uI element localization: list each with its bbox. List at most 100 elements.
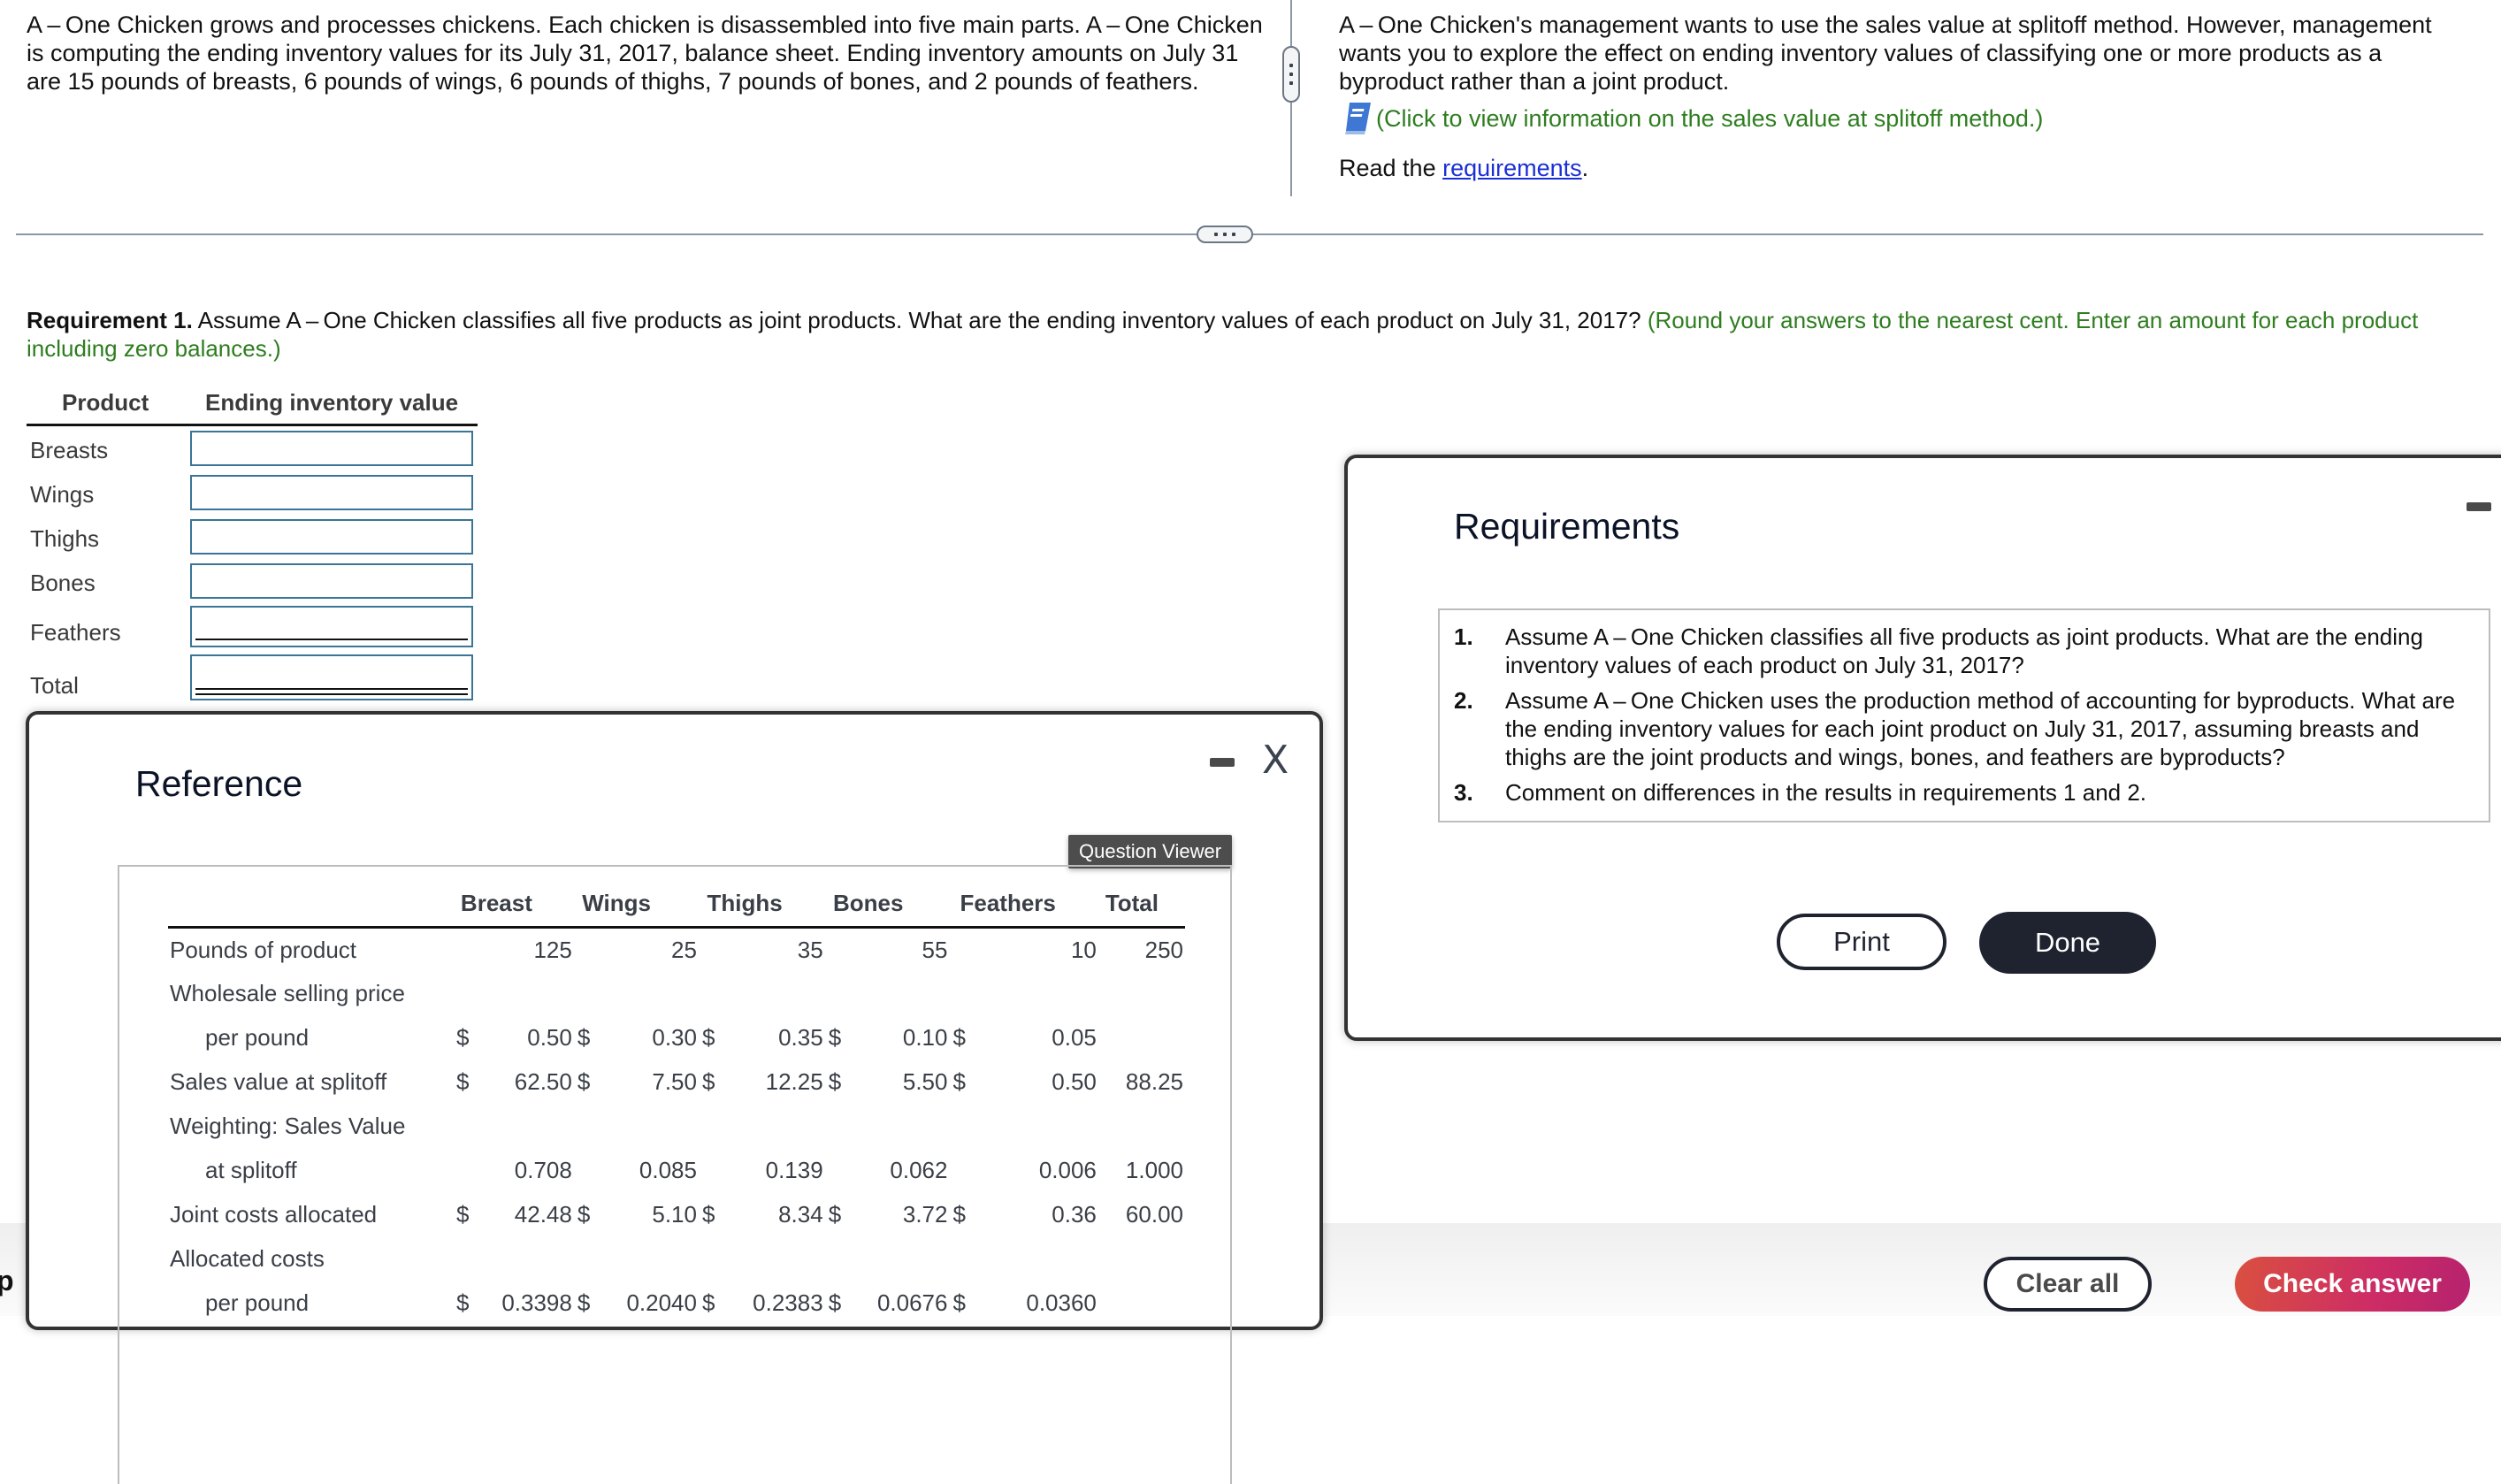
reference-cell: 3.72 bbox=[902, 1201, 948, 1228]
info-link[interactable]: (Click to view information on the sales … bbox=[1342, 101, 2043, 136]
requirement-1-label: Requirement 1. bbox=[27, 307, 193, 333]
check-answer-button[interactable]: Check answer bbox=[2235, 1257, 2470, 1312]
reference-cell: 0.10 bbox=[902, 1024, 948, 1051]
reference-cell bbox=[1097, 1281, 1185, 1326]
reference-cell: 0.2040 bbox=[626, 1289, 697, 1316]
reference-title: Reference bbox=[135, 763, 303, 804]
reference-cell bbox=[970, 972, 1096, 1016]
requirement-number: 3. bbox=[1454, 779, 1473, 806]
reference-row-label: per pound bbox=[205, 1289, 310, 1316]
reference-cell: 0.05 bbox=[1052, 1024, 1097, 1051]
reference-cell: 0.0676 bbox=[876, 1289, 948, 1316]
breasts-input[interactable] bbox=[190, 431, 473, 466]
reference-cell: 7.50 bbox=[652, 1068, 697, 1095]
reference-cell: 88.25 bbox=[1125, 1068, 1183, 1095]
reference-row: Pounds of product 125 25 35 55 10 250 bbox=[168, 928, 1185, 972]
reference-cell bbox=[846, 1105, 948, 1149]
feathers-input[interactable] bbox=[190, 606, 473, 647]
requirement-item: 3. Comment on differences in the results … bbox=[1454, 778, 2471, 807]
requirements-title: Requirements bbox=[1454, 506, 1680, 547]
requirements-link[interactable]: requirements bbox=[1442, 155, 1582, 181]
reference-cell bbox=[846, 1237, 948, 1281]
question-viewer-tooltip: Question Viewer bbox=[1068, 835, 1233, 868]
reference-cell: 0.50 bbox=[527, 1024, 572, 1051]
read-requirements: Read the requirements. bbox=[1339, 154, 1588, 182]
reference-row: per pound $0.3398 $0.2040 $0.2383 $0.0676 $0.… bbox=[168, 1281, 1185, 1326]
currency-symbol: $ bbox=[456, 1201, 470, 1228]
reference-row: Joint costs allocated $42.48 $5.10 $8.34 $3.… bbox=[168, 1193, 1185, 1237]
clear-all-button[interactable]: Clear all bbox=[1984, 1257, 2152, 1312]
currency-symbol: $ bbox=[701, 1068, 715, 1095]
currency-symbol: $ bbox=[952, 1289, 966, 1316]
requirements-modal: Requirements 1. Assume A – One Chicken cl… bbox=[1344, 455, 2501, 1041]
reference-cell: 0.006 bbox=[1038, 1157, 1097, 1183]
currency-symbol: $ bbox=[701, 1024, 715, 1051]
reference-cell: 8.34 bbox=[778, 1201, 823, 1228]
problem-text-right: A – One Chicken's management wants to us… bbox=[1339, 11, 2432, 95]
col-header-wings: Wings bbox=[571, 876, 697, 929]
reference-table-body: Pounds of product 125 25 35 55 10 250 Wholesale… bbox=[168, 928, 1185, 1326]
col-header-feathers: Feathers bbox=[947, 876, 1097, 929]
reference-table: Breast Wings Thighs Bones Feathers Total… bbox=[168, 876, 1185, 1326]
print-button[interactable]: Print bbox=[1777, 914, 1946, 970]
reference-cell: 60.00 bbox=[1125, 1201, 1183, 1228]
thighs-input[interactable] bbox=[190, 519, 473, 555]
reference-cell: 55 bbox=[922, 936, 948, 963]
single-underline bbox=[195, 639, 468, 640]
reference-cell bbox=[474, 1237, 572, 1281]
reference-cell bbox=[1097, 1237, 1185, 1281]
horizontal-resize-handle[interactable] bbox=[1197, 226, 1253, 243]
wings-input[interactable] bbox=[190, 475, 473, 510]
reference-row: Allocated costs bbox=[168, 1237, 1185, 1281]
requirement-text: Comment on differences in the results in… bbox=[1505, 779, 2147, 806]
reference-cell: 35 bbox=[797, 936, 823, 963]
vertical-resize-handle[interactable] bbox=[1282, 46, 1300, 103]
reference-row: Sales value at splitoff $62.50 $7.50 $12.25… bbox=[168, 1060, 1185, 1105]
reference-cell: 0.36 bbox=[1052, 1201, 1097, 1228]
done-button[interactable]: Done bbox=[1979, 912, 2156, 974]
feathers-field bbox=[190, 606, 473, 647]
requirements-list-box: 1. Assume A – One Chicken classifies all … bbox=[1438, 608, 2490, 822]
reference-cell bbox=[720, 972, 823, 1016]
currency-symbol bbox=[572, 1149, 595, 1193]
reference-cell: 0.139 bbox=[765, 1157, 823, 1183]
requirement-item: 2. Assume A – One Chicken uses the produc… bbox=[1454, 686, 2471, 771]
currency-symbol: $ bbox=[577, 1068, 591, 1095]
reference-cell: 0.0360 bbox=[1026, 1289, 1097, 1316]
requirement-text: Assume A – One Chicken classifies all fi… bbox=[1505, 623, 2423, 678]
column-header-ending-inventory: Ending inventory value bbox=[205, 389, 459, 416]
reference-cell: 0.085 bbox=[639, 1157, 697, 1183]
currency-symbol bbox=[823, 928, 846, 972]
reference-cell bbox=[970, 1105, 1096, 1149]
requirements-list: 1. Assume A – One Chicken classifies all … bbox=[1440, 610, 2489, 819]
double-underline-top bbox=[195, 688, 468, 690]
reference-row-label: Joint costs allocated bbox=[170, 1201, 378, 1228]
reference-cell: 25 bbox=[671, 936, 697, 963]
book-icon bbox=[1345, 103, 1371, 134]
close-icon[interactable]: X bbox=[1262, 741, 1289, 780]
currency-symbol bbox=[823, 1149, 846, 1193]
read-prefix: Read the bbox=[1339, 155, 1443, 181]
currency-symbol: $ bbox=[952, 1024, 966, 1051]
minimize-icon[interactable] bbox=[1210, 758, 1235, 767]
bones-input[interactable] bbox=[190, 563, 473, 599]
currency-symbol bbox=[697, 1105, 720, 1149]
currency-symbol bbox=[572, 972, 595, 1016]
read-suffix: . bbox=[1581, 155, 1589, 181]
currency-symbol bbox=[451, 1149, 474, 1193]
currency-symbol: $ bbox=[828, 1068, 842, 1095]
currency-symbol: $ bbox=[577, 1201, 591, 1228]
reference-cell: 5.10 bbox=[652, 1201, 697, 1228]
col-header-thighs: Thighs bbox=[696, 876, 823, 929]
reference-row-label: Wholesale selling price bbox=[170, 980, 405, 1006]
reference-cell: 62.50 bbox=[514, 1068, 572, 1095]
requirement-number: 2. bbox=[1454, 687, 1473, 714]
reference-cell bbox=[595, 1237, 697, 1281]
currency-symbol: $ bbox=[828, 1201, 842, 1228]
currency-symbol bbox=[947, 1149, 970, 1193]
reference-row-label: Sales value at splitoff bbox=[170, 1068, 387, 1095]
currency-symbol bbox=[947, 1237, 970, 1281]
minimize-icon[interactable] bbox=[2467, 502, 2491, 511]
reference-cell bbox=[474, 1105, 572, 1149]
double-underline-bottom bbox=[195, 693, 468, 695]
